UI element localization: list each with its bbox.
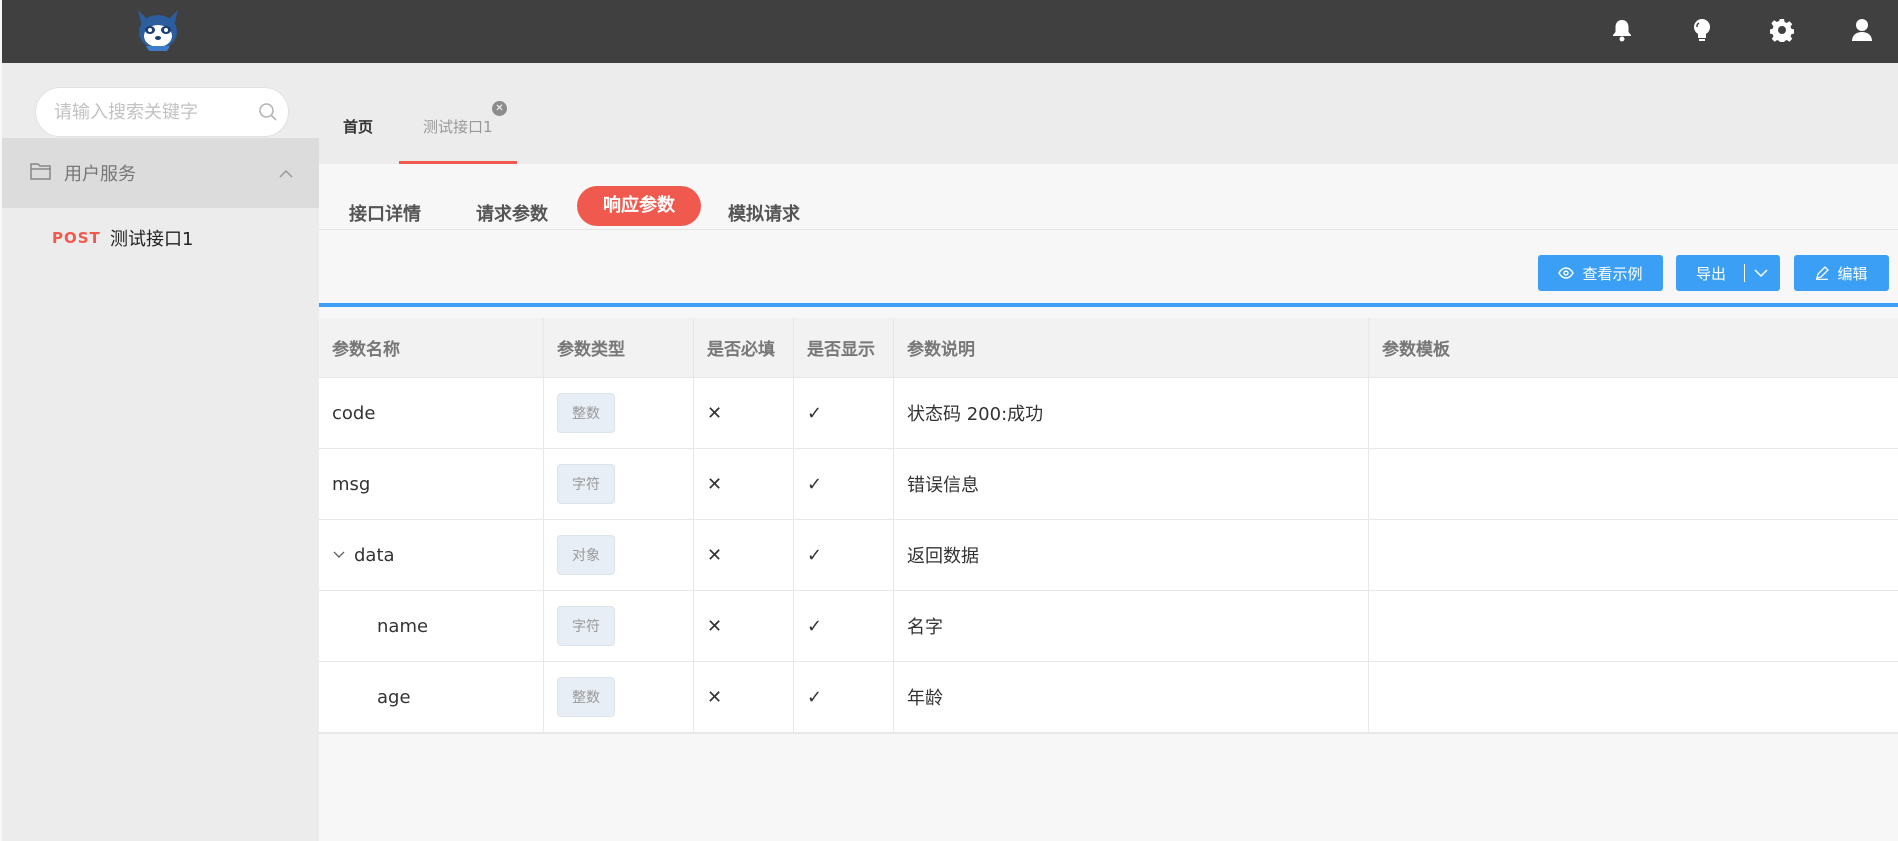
column-header: 参数类型 bbox=[544, 318, 694, 377]
tab-response-params[interactable]: 响应参数 bbox=[577, 186, 701, 226]
lightbulb-icon[interactable] bbox=[1686, 14, 1718, 46]
visible-value: ✓ bbox=[807, 615, 823, 637]
sub-tabs: 接口详情 请求参数 响应参数 模拟请求 bbox=[319, 164, 1898, 230]
logo bbox=[132, 6, 184, 54]
view-example-button[interactable]: 查看示例 bbox=[1538, 255, 1663, 291]
column-header: 参数说明 bbox=[894, 318, 1369, 377]
sidebar-item-label: 测试接口1 bbox=[110, 229, 194, 250]
page-tab-test-api-1[interactable]: 测试接口1 bbox=[423, 116, 493, 137]
user-icon[interactable] bbox=[1846, 14, 1878, 46]
param-type-tag: 字符 bbox=[557, 464, 615, 504]
param-description: 返回数据 bbox=[907, 546, 979, 567]
param-description: 年龄 bbox=[907, 688, 943, 709]
eye-icon bbox=[1558, 267, 1575, 279]
search-icon[interactable] bbox=[258, 102, 278, 126]
edit-label: 编辑 bbox=[1837, 264, 1868, 283]
top-bar bbox=[2, 0, 1898, 63]
param-type-tag: 整数 bbox=[557, 677, 615, 717]
param-type-tag: 对象 bbox=[557, 535, 615, 575]
column-header: 参数名称 bbox=[319, 318, 544, 377]
table-header: 参数名称 参数类型 是否必填 是否显示 参数说明 参数模板 bbox=[319, 318, 1898, 378]
export-button[interactable]: 导出 bbox=[1676, 255, 1780, 291]
search-box bbox=[35, 87, 289, 137]
table-row: code 整数 ✕ ✓ 状态码 200:成功 bbox=[319, 378, 1898, 449]
param-type-tag: 字符 bbox=[557, 606, 615, 646]
http-method-badge: POST bbox=[52, 229, 101, 247]
required-value: ✕ bbox=[707, 402, 723, 424]
edit-button[interactable]: 编辑 bbox=[1794, 255, 1889, 291]
visible-value: ✓ bbox=[807, 544, 823, 566]
param-name: msg bbox=[332, 473, 371, 495]
chevron-down-icon[interactable] bbox=[1754, 268, 1768, 278]
sidebar-group-user-service[interactable]: 用户服务 bbox=[2, 138, 319, 208]
table-row: data 对象 ✕ ✓ 返回数据 bbox=[319, 520, 1898, 591]
main-content: 首页 测试接口1 ✕ 接口详情 请求参数 响应参数 模拟请求 查看示例 导出 编… bbox=[319, 63, 1898, 841]
required-value: ✕ bbox=[707, 544, 723, 566]
param-description: 错误信息 bbox=[907, 475, 979, 496]
param-name: name bbox=[377, 615, 429, 637]
chevron-up-icon[interactable] bbox=[279, 164, 293, 183]
param-name: data bbox=[354, 544, 395, 566]
column-header: 参数模板 bbox=[1382, 340, 1450, 360]
required-value: ✕ bbox=[707, 615, 723, 637]
tab-request-params[interactable]: 请求参数 bbox=[476, 200, 548, 226]
visible-value: ✓ bbox=[807, 686, 823, 708]
table-row: age 整数 ✕ ✓ 年龄 bbox=[319, 662, 1898, 733]
param-type-tag: 整数 bbox=[557, 393, 615, 433]
sidebar-group-label: 用户服务 bbox=[64, 164, 136, 185]
param-name: code bbox=[332, 402, 376, 424]
param-name: age bbox=[377, 686, 411, 708]
table-footer-line bbox=[319, 733, 1898, 734]
table-row: name 字符 ✕ ✓ 名字 bbox=[319, 591, 1898, 662]
view-example-label: 查看示例 bbox=[1582, 264, 1643, 283]
sidebar-item-test-api-1[interactable]: POST 测试接口1 bbox=[2, 213, 319, 263]
page-tabs: 首页 测试接口1 ✕ bbox=[319, 63, 1898, 164]
export-label: 导出 bbox=[1696, 264, 1727, 283]
page-tab-home[interactable]: 首页 bbox=[343, 116, 373, 137]
search-input[interactable] bbox=[54, 88, 254, 136]
expand-chevron-icon[interactable] bbox=[332, 550, 346, 560]
gear-icon[interactable] bbox=[1766, 14, 1798, 46]
param-description: 状态码 200:成功 bbox=[907, 404, 1044, 425]
bell-icon[interactable] bbox=[1606, 14, 1638, 46]
pencil-icon bbox=[1815, 266, 1830, 280]
visible-value: ✓ bbox=[807, 473, 823, 495]
sidebar: 用户服务 POST 测试接口1 bbox=[2, 63, 319, 841]
required-value: ✕ bbox=[707, 473, 723, 495]
response-params-table: 参数名称 参数类型 是否必填 是否显示 参数说明 参数模板 code 整数 ✕ … bbox=[319, 318, 1898, 733]
folder-icon bbox=[30, 162, 52, 184]
tab-mock-request[interactable]: 模拟请求 bbox=[728, 200, 800, 226]
required-value: ✕ bbox=[707, 686, 723, 708]
visible-value: ✓ bbox=[807, 402, 823, 424]
column-header: 是否显示 bbox=[794, 318, 894, 377]
close-icon[interactable]: ✕ bbox=[492, 101, 507, 116]
content-divider bbox=[319, 303, 1898, 307]
table-row: msg 字符 ✕ ✓ 错误信息 bbox=[319, 449, 1898, 520]
column-header: 是否必填 bbox=[694, 318, 794, 377]
tab-api-details[interactable]: 接口详情 bbox=[349, 200, 421, 226]
param-description: 名字 bbox=[907, 617, 943, 638]
button-divider bbox=[1744, 264, 1745, 282]
